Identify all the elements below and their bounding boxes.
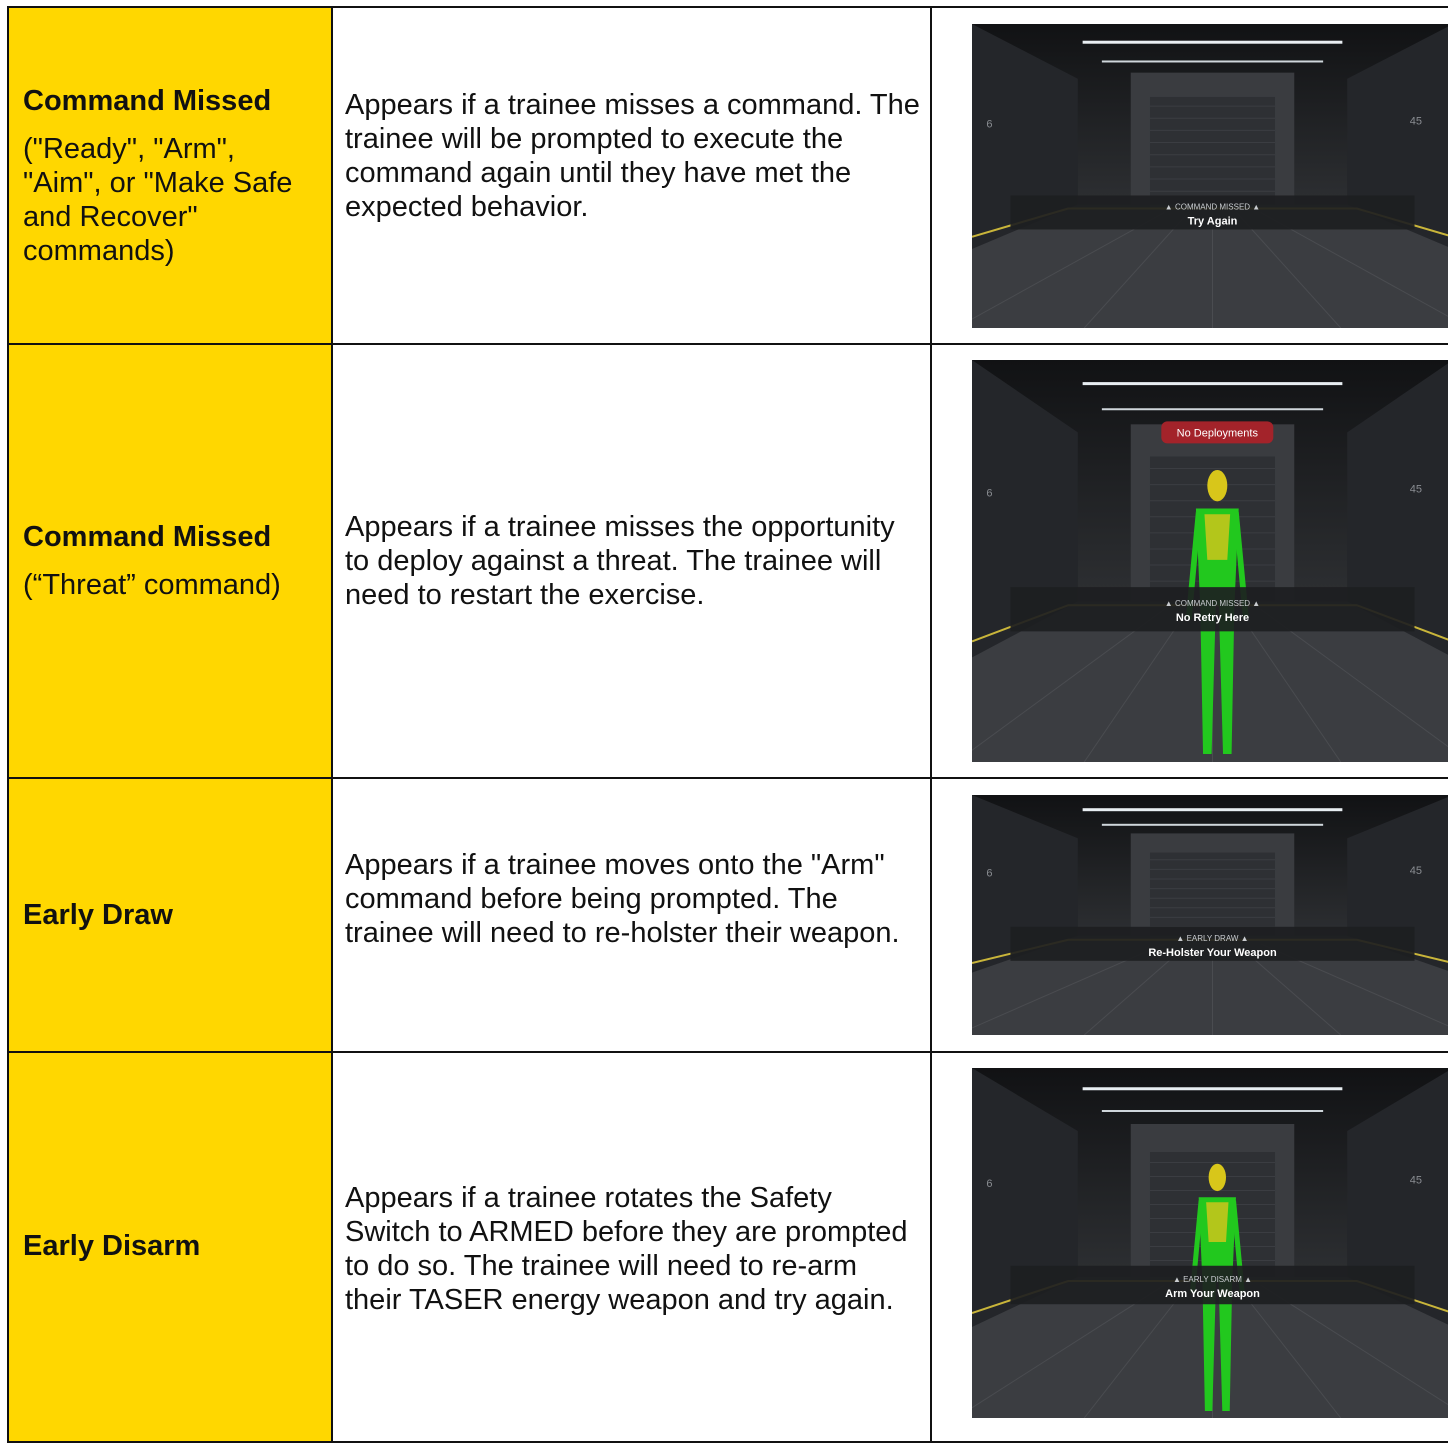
ceiling-light [1082, 382, 1343, 386]
banner-title: ▲ EARLY DISARM ▲ [1173, 1275, 1252, 1284]
wall-number: 45 [1410, 115, 1422, 127]
banner-message: No Retry Here [1176, 612, 1249, 624]
row-description: Appears if a trainee moves onto the "Arm… [345, 849, 900, 949]
label-cell: Early Draw [7, 777, 333, 1053]
row-description: Appears if a trainee rotates the Safety … [345, 1182, 908, 1316]
scene: 45 6 ▲ COMMAND MISSED ▲ Try Again [972, 23, 1448, 328]
row-title: Early Draw [23, 899, 173, 931]
screenshot-cell: 45 6 ▲ COMMAND MISSED ▲ No Retry Here No Dep… [930, 343, 1448, 779]
ceiling-light [1082, 40, 1343, 44]
screenshot-cell: 45 6 ▲ EARLY DRAW ▲ Re-Holster Your Weapon [930, 777, 1448, 1053]
ceiling-light [1101, 1110, 1324, 1112]
banner-message: Arm Your Weapon [1165, 1288, 1260, 1300]
table-row: Command Missed ("Ready", "Arm", "Aim", o… [7, 6, 1448, 345]
row-title: Command Missed [23, 84, 272, 117]
badge-label: No Deployments [1177, 427, 1259, 439]
ceiling-light [1082, 808, 1343, 812]
row-subtitle: (“Threat” command) [23, 569, 281, 601]
label-cell: Early Disarm [7, 1051, 333, 1443]
wall-number: 6 [986, 1178, 992, 1190]
ceiling-light [1101, 408, 1324, 411]
wall-number: 45 [1410, 1175, 1422, 1187]
label-cell: Command Missed ("Ready", "Arm", "Aim", o… [7, 6, 333, 345]
screenshot: 45 6 ▲ COMMAND MISSED ▲ Try Again [972, 23, 1448, 328]
figure-chest [1204, 514, 1231, 560]
scene: 45 6 ▲ EARLY DISARM ▲ Arm Your Weapon [972, 1068, 1448, 1418]
table-row: Command Missed (“Threat” command) Appear… [7, 343, 1448, 779]
row-title: Command Missed [23, 521, 272, 553]
door [1149, 852, 1276, 938]
banner-title: ▲ EARLY DRAW ▲ [1176, 934, 1248, 943]
banner-title: ▲ COMMAND MISSED ▲ [1165, 202, 1260, 211]
door [1149, 96, 1276, 206]
description-cell: Appears if a trainee misses the opportun… [331, 343, 932, 779]
description-cell: Appears if a trainee rotates the Safety … [331, 1051, 932, 1443]
screenshot-cell: 45 6 ▲ COMMAND MISSED ▲ Try Again [930, 6, 1448, 345]
figure-head [1207, 469, 1228, 502]
screenshot: 45 6 ▲ EARLY DISARM ▲ Arm Your Weapon [972, 1068, 1448, 1418]
scene: 45 6 ▲ COMMAND MISSED ▲ No Retry Here No Dep… [972, 360, 1448, 762]
ceiling-light [1082, 1087, 1343, 1091]
screenshot-cell: 45 6 ▲ EARLY DISARM ▲ Arm Your Weapon [930, 1051, 1448, 1443]
row-subtitle: ("Ready", "Arm", "Aim", or "Make Safe an… [23, 132, 293, 267]
scene: 45 6 ▲ EARLY DRAW ▲ Re-Holster Your Weapon [972, 795, 1448, 1035]
description-cell: Appears if a trainee misses a command. T… [331, 6, 932, 345]
wall-number: 45 [1410, 865, 1422, 877]
banner-message: Re-Holster Your Weapon [1148, 947, 1277, 959]
row-title: Early Disarm [23, 1230, 201, 1262]
message-banner [1010, 587, 1415, 632]
description-cell: Appears if a trainee moves onto the "Arm… [331, 777, 932, 1053]
wall-number: 45 [1410, 484, 1422, 496]
ceiling-light [1101, 59, 1324, 62]
table-row: Early Disarm Appears if a trainee rotate… [7, 1051, 1448, 1443]
instructions-table: Command Missed ("Ready", "Arm", "Aim", o… [7, 6, 1448, 1443]
row-description: Appears if a trainee misses the opportun… [345, 511, 895, 611]
screenshot: 45 6 ▲ EARLY DRAW ▲ Re-Holster Your Weapon [972, 795, 1448, 1035]
table-row: Early Draw Appears if a trainee moves on… [7, 777, 1448, 1053]
wall-number: 6 [986, 488, 992, 500]
figure-head [1208, 1163, 1227, 1192]
figure-chest [1206, 1202, 1229, 1243]
screenshot: 45 6 ▲ COMMAND MISSED ▲ No Retry Here No Dep… [972, 360, 1448, 762]
row-description: Appears if a trainee misses a command. T… [345, 88, 920, 223]
ceiling-light [1101, 823, 1324, 826]
banner-message: Try Again [1188, 215, 1238, 227]
wall-number: 6 [986, 868, 992, 880]
wall-number: 6 [986, 118, 992, 130]
banner-title: ▲ COMMAND MISSED ▲ [1165, 599, 1260, 608]
label-cell: Command Missed (“Threat” command) [7, 343, 333, 779]
